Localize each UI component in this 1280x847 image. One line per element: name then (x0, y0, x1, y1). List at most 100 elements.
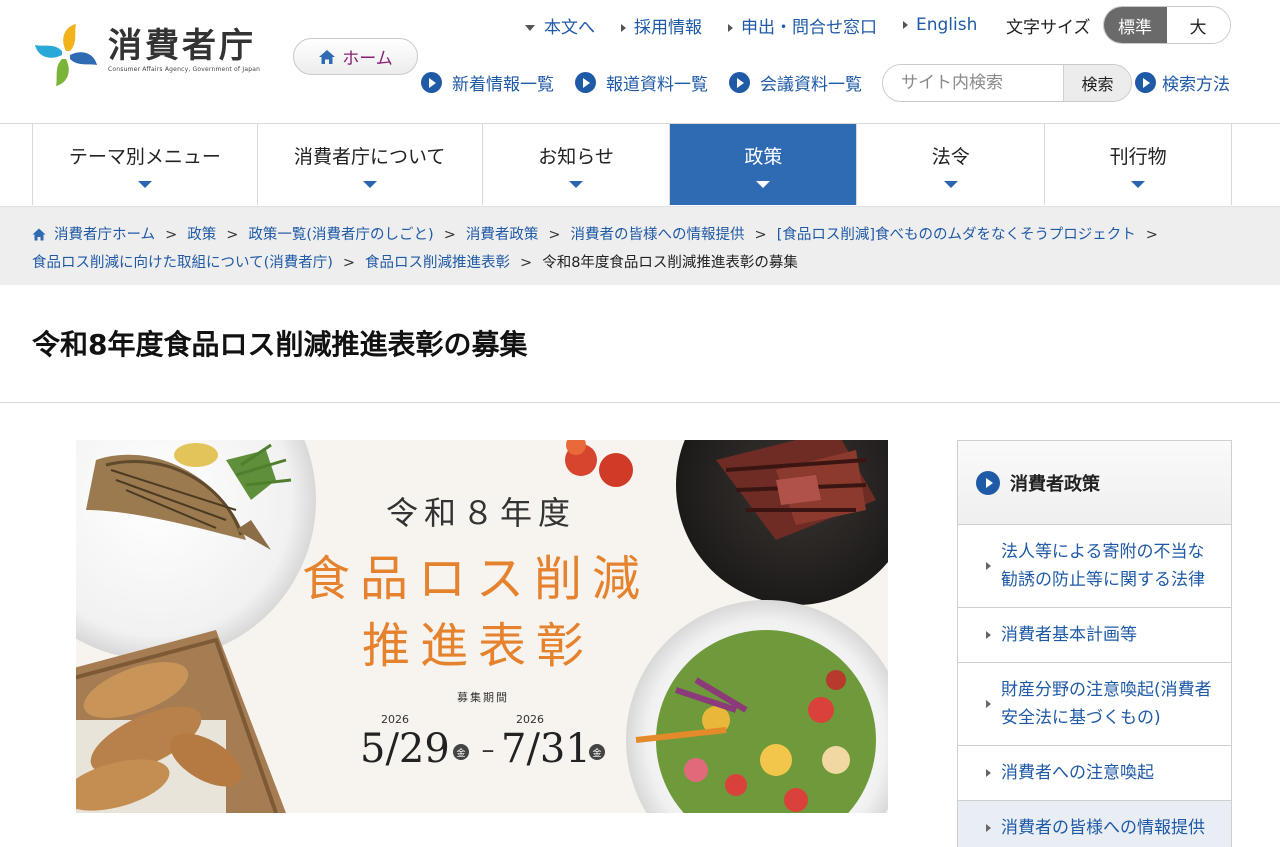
breadcrumb-separator: > (226, 227, 239, 243)
home-icon (32, 228, 46, 241)
nav-news[interactable]: お知らせ (483, 124, 671, 205)
breadcrumb-link-home[interactable]: 消費者庁ホーム (54, 227, 155, 243)
breadcrumb-link-policy[interactable]: 政策 (187, 227, 216, 243)
banner-dash: – (482, 735, 495, 765)
nav-label: テーマ別メニュー (68, 145, 221, 168)
english-link[interactable]: English (903, 15, 977, 35)
inquiry-label: 申出・問合せ窓口 (741, 17, 877, 38)
breadcrumb-link-award[interactable]: 食品ロス削減推進表彰 (365, 255, 510, 271)
nav-label: 法令 (931, 145, 970, 168)
press-release-label: 報道資料一覧 (606, 75, 708, 95)
banner-start-date: 5/29 (360, 726, 450, 772)
skip-to-content-link[interactable]: 本文へ (525, 13, 595, 38)
global-nav: テーマ別メニュー 消費者庁について お知らせ 政策 法令 刊行物 (32, 124, 1232, 205)
circle-arrow-icon (729, 72, 750, 93)
inquiry-link[interactable]: 申出・問合せ窓口 (728, 13, 877, 38)
triangle-down-icon (525, 24, 535, 31)
circle-arrow-icon (976, 470, 1000, 495)
meeting-docs-link[interactable]: 会議資料一覧 (729, 70, 862, 95)
meeting-docs-label: 会議資料一覧 (760, 75, 862, 95)
breadcrumb-link-info-for-consumers[interactable]: 消費者の皆様への情報提供 (571, 227, 745, 243)
page-title: 令和8年度食品ロス削減推進表彰の募集 (32, 328, 528, 361)
font-size-switcher: 文字サイズ 標準 大 (1006, 6, 1231, 44)
circle-arrow-icon (421, 72, 442, 93)
side-item-info-for-consumers[interactable]: 消費者の皆様への情報提供 (958, 801, 1231, 847)
circle-arrow-icon (575, 72, 596, 93)
triangle-right-icon (903, 21, 908, 29)
banner-start-weekday: 金 (456, 747, 465, 759)
home-button[interactable]: ホーム (293, 38, 418, 75)
nav-policy[interactable]: 政策 (670, 124, 858, 205)
recruitment-link[interactable]: 採用情報 (621, 13, 702, 38)
side-menu-heading[interactable]: 消費者政策 (958, 441, 1231, 525)
breadcrumb-link-consumer-policy[interactable]: 消費者政策 (466, 227, 539, 243)
banner-period-label: 募集期間 (457, 690, 509, 704)
side-item-donation-law[interactable]: 法人等による寄附の不当な勧誘の防止等に関する法律 (958, 525, 1231, 608)
nav-laws[interactable]: 法令 (857, 124, 1046, 205)
skip-to-content-label: 本文へ (544, 17, 595, 38)
home-button-label: ホーム (342, 49, 393, 69)
breadcrumb-link-food-loss-project[interactable]: [食品ロス削減]食べもののムダをなくそうプロジェクト (777, 227, 1136, 243)
breadcrumb-separator: > (1145, 227, 1158, 243)
breadcrumb-link-food-loss-initiatives[interactable]: 食品ロス削減に向けた取組について(消費者庁) (32, 255, 333, 271)
search-help-link[interactable]: 検索方法 (1135, 70, 1230, 95)
breadcrumb-separator: > (520, 255, 533, 271)
search-help-label: 検索方法 (1162, 75, 1230, 95)
new-info-label: 新着情報一覧 (452, 75, 554, 95)
caret-down-icon (756, 180, 771, 188)
triangle-right-icon (986, 824, 991, 832)
breadcrumb: 消費者庁ホーム > 政策 > 政策一覧(消費者庁のしごと) > 消費者政策 > 消費者の皆様への… (0, 206, 1280, 285)
site-logo[interactable]: 消費者庁 Consumer Affairs Agency, Government… (30, 22, 270, 92)
side-item-basic-plan[interactable]: 消費者基本計画等 (958, 608, 1231, 663)
triangle-right-icon (986, 700, 991, 708)
caret-down-icon (137, 180, 152, 188)
search-input[interactable] (883, 65, 1063, 101)
caret-down-icon (1131, 180, 1146, 188)
side-item-property-warnings[interactable]: 財産分野の注意喚起(消費者安全法に基づくもの) (958, 663, 1231, 746)
logo-pinwheel-icon (35, 24, 97, 86)
caret-down-icon (569, 180, 584, 188)
triangle-right-icon (986, 631, 991, 639)
nav-theme-menu[interactable]: テーマ別メニュー (33, 124, 258, 205)
font-size-label: 文字サイズ (1006, 17, 1091, 38)
breadcrumb-link-policy-list[interactable]: 政策一覧(消費者庁のしごと) (248, 227, 433, 243)
recruitment-label: 採用情報 (634, 17, 702, 38)
triangle-right-icon (728, 23, 733, 32)
banner-end-year: 2026 (516, 713, 544, 726)
side-menu: 消費者政策 法人等による寄附の不当な勧誘の防止等に関する法律 消費者基本計画等 … (957, 440, 1232, 847)
search-button[interactable]: 検索 (1063, 65, 1131, 101)
caret-down-icon (362, 180, 377, 188)
font-size-large-button[interactable]: 大 (1166, 7, 1230, 43)
banner-title-line1: 食品ロス削減 (302, 551, 650, 607)
nav-about[interactable]: 消費者庁について (258, 124, 483, 205)
circle-arrow-icon (1135, 72, 1156, 93)
banner-illustration: 令和８年度 食品ロス削減 推進表彰 募集期間 2026 2026 5/29 金 … (76, 440, 888, 813)
banner-year-text: 令和８年度 (386, 494, 576, 532)
nav-publications[interactable]: 刊行物 (1045, 124, 1232, 205)
breadcrumb-separator: > (165, 227, 178, 243)
breadcrumb-current: 令和8年度食品ロス削減推進表彰の募集 (542, 255, 798, 271)
logo-subtitle: Consumer Affairs Agency, Government of J… (108, 66, 261, 73)
side-menu-title: 消費者政策 (1010, 473, 1100, 495)
side-item-label: 法人等による寄附の不当な勧誘の防止等に関する法律 (1001, 542, 1205, 590)
triangle-right-icon (986, 562, 991, 570)
caret-down-icon (943, 180, 958, 188)
side-item-label: 財産分野の注意喚起(消費者安全法に基づくもの) (1001, 680, 1212, 728)
font-size-standard-button[interactable]: 標準 (1103, 7, 1167, 43)
house-icon (319, 49, 336, 64)
news-links: 新着情報一覧 報道資料一覧 会議資料一覧 (421, 70, 883, 95)
breadcrumb-separator: > (342, 255, 356, 271)
new-info-link[interactable]: 新着情報一覧 (421, 70, 554, 95)
english-label: English (916, 15, 978, 35)
triangle-right-icon (621, 23, 626, 32)
breadcrumb-separator: > (754, 227, 767, 243)
logo-name: 消費者庁 (108, 26, 256, 66)
side-item-consumer-warnings[interactable]: 消費者への注意喚起 (958, 746, 1231, 801)
side-item-label: 消費者基本計画等 (1001, 625, 1137, 645)
nav-label: 政策 (744, 145, 783, 168)
site-search: 検索 (882, 64, 1132, 102)
press-release-link[interactable]: 報道資料一覧 (575, 70, 708, 95)
nav-label: お知らせ (538, 145, 614, 168)
side-item-label: 消費者への注意喚起 (1001, 763, 1154, 783)
banner-end-date: 7/31 (501, 726, 591, 772)
